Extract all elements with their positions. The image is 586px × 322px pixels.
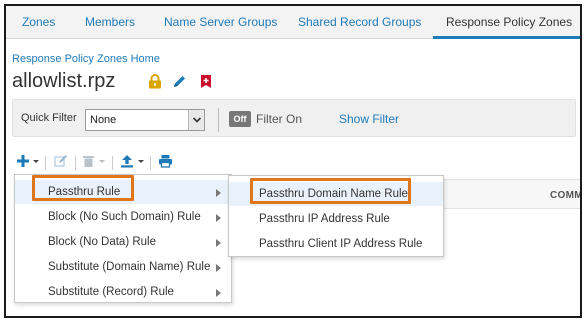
toolbar-divider [75,156,76,170]
toolbar-divider [45,156,46,170]
menu-item-substitute-domain-rule[interactable]: Substitute (Domain Name) Rule [15,255,231,279]
passthru-submenu: Passthru Domain Name Rule Passthru IP Ad… [228,175,444,257]
add-icon[interactable] [16,154,30,168]
edit-icon[interactable] [54,154,68,168]
tab-response-policy-zones[interactable]: Response Policy Zones [446,6,572,39]
menu-item-label: Block (No Data) Rule [48,236,157,248]
filter-bar: Quick Filter None Off Filter On Show Fil… [12,99,576,137]
submenu-arrow-icon [216,214,221,222]
show-filter-link[interactable]: Show Filter [339,112,399,126]
add-dropdown-caret-icon[interactable] [32,154,40,168]
bookmark-icon[interactable] [200,74,212,89]
export-dropdown-caret-icon[interactable] [137,154,145,168]
menu-item-block-nodata-rule[interactable]: Block (No Data) Rule [15,230,231,254]
active-tab-indicator [433,36,580,39]
toolbar-divider [112,156,113,170]
menu-item-substitute-record-rule[interactable]: Substitute (Record) Rule [15,280,231,304]
quick-filter-select[interactable]: None [85,109,205,131]
print-icon[interactable] [158,154,173,168]
quick-filter-value: None [90,114,117,126]
column-header-comment[interactable]: COMME [550,190,580,201]
submenu-item-passthru-domain-name-rule[interactable]: Passthru Domain Name Rule [229,182,443,206]
tab-members[interactable]: Members [85,6,135,39]
delete-dropdown-caret-icon[interactable] [98,154,106,168]
edit-pencil-icon[interactable] [172,74,187,89]
export-upload-icon[interactable] [120,154,134,168]
lock-icon[interactable] [148,74,162,89]
toolbar-divider [150,156,151,170]
menu-item-label: Block (No Such Domain) Rule [48,211,201,223]
quick-filter-label: Quick Filter [21,112,77,124]
tab-name-server-groups[interactable]: Name Server Groups [164,6,277,39]
app-window: Zones Members Name Server Groups Shared … [4,4,582,318]
dropdown-arrow[interactable] [188,110,204,130]
breadcrumb[interactable]: Response Policy Zones Home [12,53,160,65]
menu-item-label: Substitute (Record) Rule [48,286,174,298]
page-title: allowlist.rpz [12,70,116,92]
tab-bar: Zones Members Name Server Groups Shared … [6,6,580,39]
chevron-down-icon [192,117,202,123]
submenu-arrow-icon [216,264,221,272]
submenu-item-passthru-ip-address-rule[interactable]: Passthru IP Address Rule [229,207,443,231]
tab-shared-record-groups[interactable]: Shared Record Groups [298,6,421,39]
menu-item-passthru-rule[interactable]: Passthru Rule [15,180,231,204]
menu-item-label: Substitute (Domain Name) Rule [48,261,211,273]
submenu-item-passthru-client-ip-rule[interactable]: Passthru Client IP Address Rule [229,232,443,256]
submenu-arrow-icon [216,189,221,197]
submenu-arrow-icon [216,289,221,297]
tab-zones[interactable]: Zones [22,6,55,39]
submenu-arrow-icon [216,239,221,247]
divider [218,108,219,132]
menu-item-label: Passthru Rule [48,186,121,198]
toolbar [14,154,214,172]
menu-item-block-nxdomain-rule[interactable]: Block (No Such Domain) Rule [15,205,231,229]
filter-toggle[interactable]: Off [229,111,251,127]
add-rule-menu: Passthru Rule Block (No Such Domain) Rul… [14,174,232,303]
filter-toggle-label: Filter On [256,112,303,126]
delete-trash-icon[interactable] [82,154,95,168]
